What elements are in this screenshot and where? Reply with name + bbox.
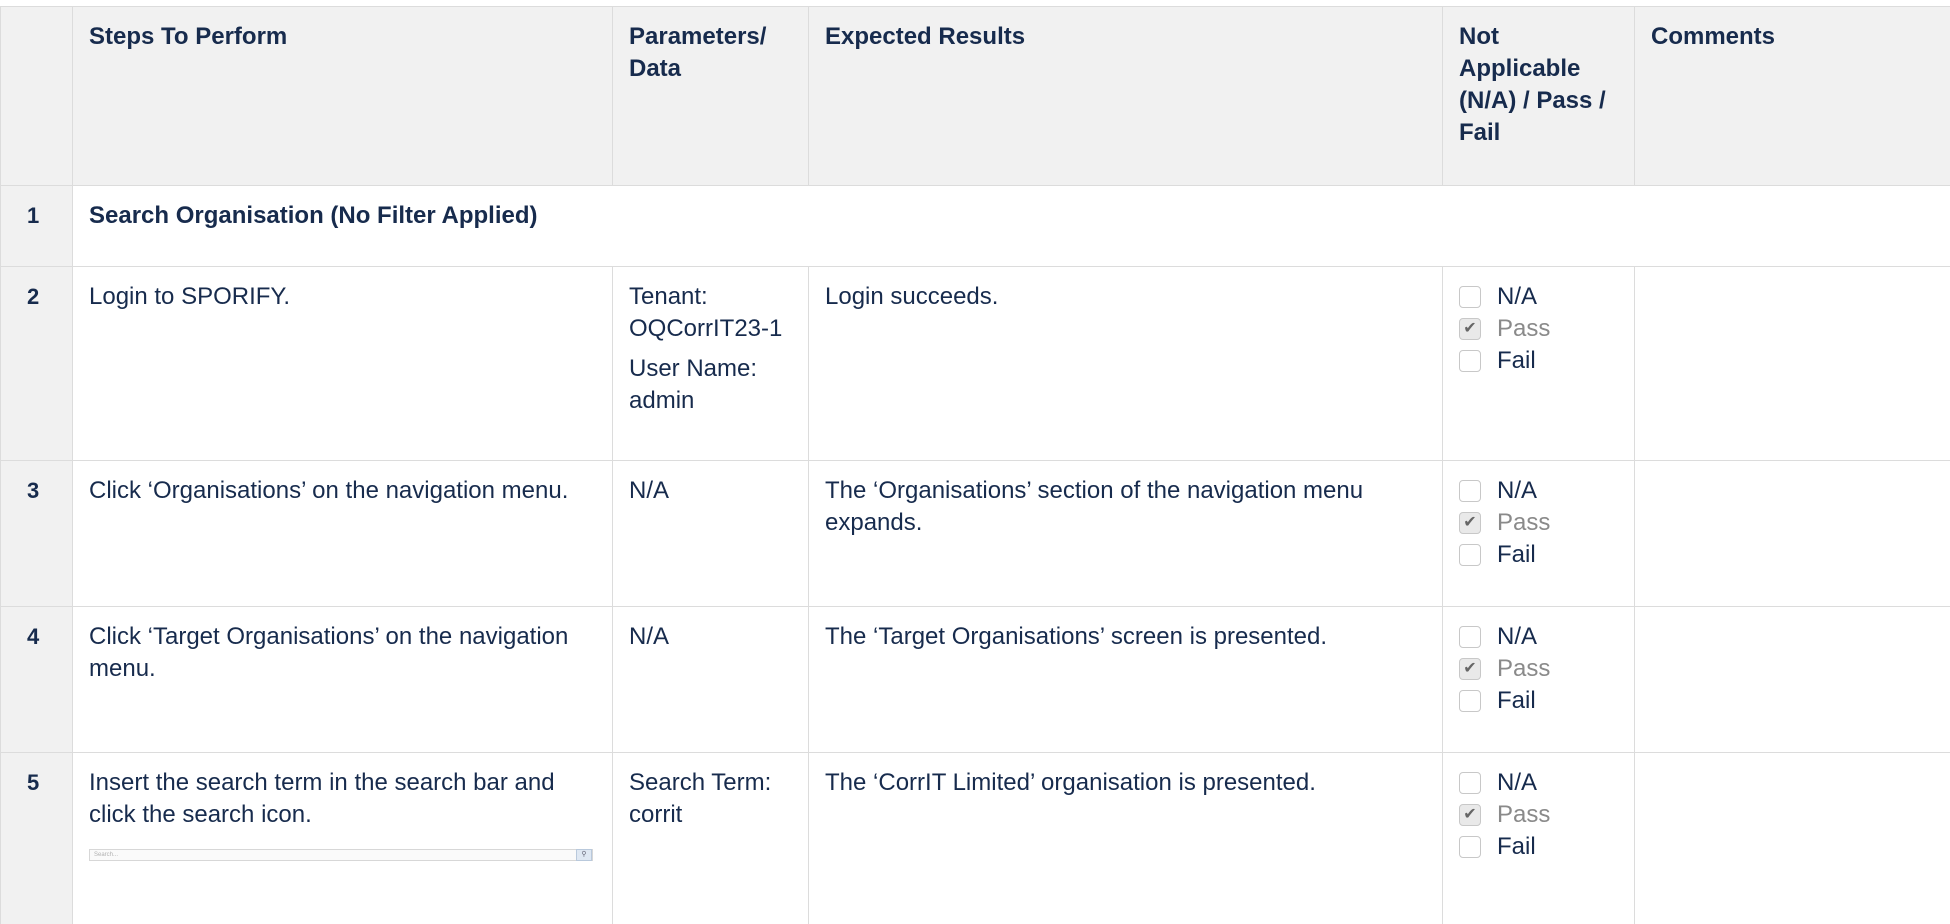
checkbox-na[interactable] bbox=[1459, 626, 1481, 648]
status-option-fail[interactable]: Fail bbox=[1459, 685, 1618, 717]
params-cell: Tenant: OQCorrIT23-1 User Name: admin bbox=[612, 266, 809, 461]
status-option-fail[interactable]: Fail bbox=[1459, 539, 1618, 571]
status-label: N/A bbox=[1497, 769, 1538, 796]
checkbox-fail[interactable] bbox=[1459, 350, 1481, 372]
status-option-fail[interactable]: Fail bbox=[1459, 831, 1618, 863]
header-parameters: Parameters/ Data bbox=[612, 6, 809, 186]
params-cell: Search Term: corrit bbox=[612, 752, 809, 924]
status-label: Pass bbox=[1497, 509, 1551, 536]
expected-cell: Login succeeds. bbox=[808, 266, 1443, 461]
table-row: 5 Insert the search term in the search b… bbox=[0, 752, 1950, 924]
checkbox-pass[interactable]: ✔ bbox=[1459, 804, 1481, 826]
status-cell: N/A ✔ Pass Fail bbox=[1442, 266, 1635, 461]
checkbox-na[interactable] bbox=[1459, 772, 1481, 794]
status-cell: N/A ✔ Pass Fail bbox=[1442, 752, 1635, 924]
status-label: Fail bbox=[1497, 541, 1536, 568]
checkbox-fail[interactable] bbox=[1459, 690, 1481, 712]
header-status: Not Applicable (N/A) / Pass / Fail bbox=[1442, 6, 1635, 186]
header-steps: Steps To Perform bbox=[72, 6, 613, 186]
comments-cell[interactable] bbox=[1634, 266, 1950, 461]
status-option-fail[interactable]: Fail bbox=[1459, 345, 1618, 377]
status-cell: N/A ✔ Pass Fail bbox=[1442, 460, 1635, 607]
step-cell: Click ‘Target Organisations’ on the navi… bbox=[72, 606, 613, 753]
test-steps-table: Steps To Perform Parameters/ Data Expect… bbox=[0, 6, 1950, 924]
comments-cell[interactable] bbox=[1634, 752, 1950, 924]
status-option-na[interactable]: N/A bbox=[1459, 767, 1618, 799]
header-number bbox=[0, 6, 73, 186]
table-row: 2 Login to SPORIFY. Tenant: OQCorrIT23-1… bbox=[0, 266, 1950, 461]
checkbox-fail[interactable] bbox=[1459, 836, 1481, 858]
status-label: N/A bbox=[1497, 623, 1538, 650]
row-number: 3 bbox=[0, 460, 73, 607]
params-cell: N/A bbox=[612, 606, 809, 753]
status-option-pass[interactable]: ✔ Pass bbox=[1459, 313, 1618, 345]
row-number: 2 bbox=[0, 266, 73, 461]
checkbox-pass[interactable]: ✔ bbox=[1459, 318, 1481, 340]
status-cell: N/A ✔ Pass Fail bbox=[1442, 606, 1635, 753]
search-bar-screenshot: Search... ⚲ bbox=[89, 849, 593, 861]
row-number: 1 bbox=[0, 185, 73, 267]
checkbox-pass[interactable]: ✔ bbox=[1459, 658, 1481, 680]
step-text: Insert the search term in the search bar… bbox=[89, 769, 555, 828]
step-cell: Insert the search term in the search bar… bbox=[72, 752, 613, 924]
test-steps-page: Steps To Perform Parameters/ Data Expect… bbox=[0, 0, 1950, 924]
checkmark-icon: ✔ bbox=[1463, 660, 1477, 677]
param-value: N/A bbox=[629, 477, 670, 504]
param-value: N/A bbox=[629, 623, 670, 650]
step-cell: Click ‘Organisations’ on the navigation … bbox=[72, 460, 613, 607]
header-row: Steps To Perform Parameters/ Data Expect… bbox=[0, 6, 1950, 186]
status-option-pass[interactable]: ✔ Pass bbox=[1459, 653, 1618, 685]
status-label: Fail bbox=[1497, 833, 1536, 860]
expected-cell: The ‘Organisations’ section of the navig… bbox=[808, 460, 1443, 607]
param-value: Tenant: OQCorrIT23-1 bbox=[629, 283, 783, 342]
checkbox-na[interactable] bbox=[1459, 286, 1481, 308]
row-number: 4 bbox=[0, 606, 73, 753]
status-label: Fail bbox=[1497, 347, 1536, 374]
status-option-na[interactable]: N/A bbox=[1459, 621, 1618, 653]
status-label: Pass bbox=[1497, 655, 1551, 682]
table-row: 4 Click ‘Target Organisations’ on the na… bbox=[0, 606, 1950, 753]
section-title: Search Organisation (No Filter Applied) bbox=[72, 185, 1950, 267]
checkmark-icon: ✔ bbox=[1463, 806, 1477, 823]
checkbox-na[interactable] bbox=[1459, 480, 1481, 502]
search-icon: ⚲ bbox=[576, 849, 592, 861]
row-number: 5 bbox=[0, 752, 73, 924]
status-label: N/A bbox=[1497, 477, 1538, 504]
params-cell: N/A bbox=[612, 460, 809, 607]
comments-cell[interactable] bbox=[1634, 460, 1950, 607]
checkbox-fail[interactable] bbox=[1459, 544, 1481, 566]
header-comments: Comments bbox=[1634, 6, 1950, 186]
status-label: N/A bbox=[1497, 283, 1538, 310]
status-label: Pass bbox=[1497, 315, 1551, 342]
status-option-pass[interactable]: ✔ Pass bbox=[1459, 799, 1618, 831]
comments-cell[interactable] bbox=[1634, 606, 1950, 753]
checkbox-pass[interactable]: ✔ bbox=[1459, 512, 1481, 534]
table-row: 3 Click ‘Organisations’ on the navigatio… bbox=[0, 460, 1950, 607]
param-value: Search Term: corrit bbox=[629, 769, 772, 828]
checkmark-icon: ✔ bbox=[1463, 514, 1477, 531]
status-label: Pass bbox=[1497, 801, 1551, 828]
status-option-pass[interactable]: ✔ Pass bbox=[1459, 507, 1618, 539]
expected-cell: The ‘Target Organisations’ screen is pre… bbox=[808, 606, 1443, 753]
status-option-na[interactable]: N/A bbox=[1459, 475, 1618, 507]
expected-cell: The ‘CorrIT Limited’ organisation is pre… bbox=[808, 752, 1443, 924]
param-value: User Name: admin bbox=[629, 355, 758, 414]
status-label: Fail bbox=[1497, 687, 1536, 714]
header-expected: Expected Results bbox=[808, 6, 1443, 186]
checkmark-icon: ✔ bbox=[1463, 320, 1477, 337]
status-option-na[interactable]: N/A bbox=[1459, 281, 1618, 313]
step-cell: Login to SPORIFY. bbox=[72, 266, 613, 461]
section-row: 1 Search Organisation (No Filter Applied… bbox=[0, 185, 1950, 267]
search-placeholder: Search... bbox=[94, 852, 119, 858]
